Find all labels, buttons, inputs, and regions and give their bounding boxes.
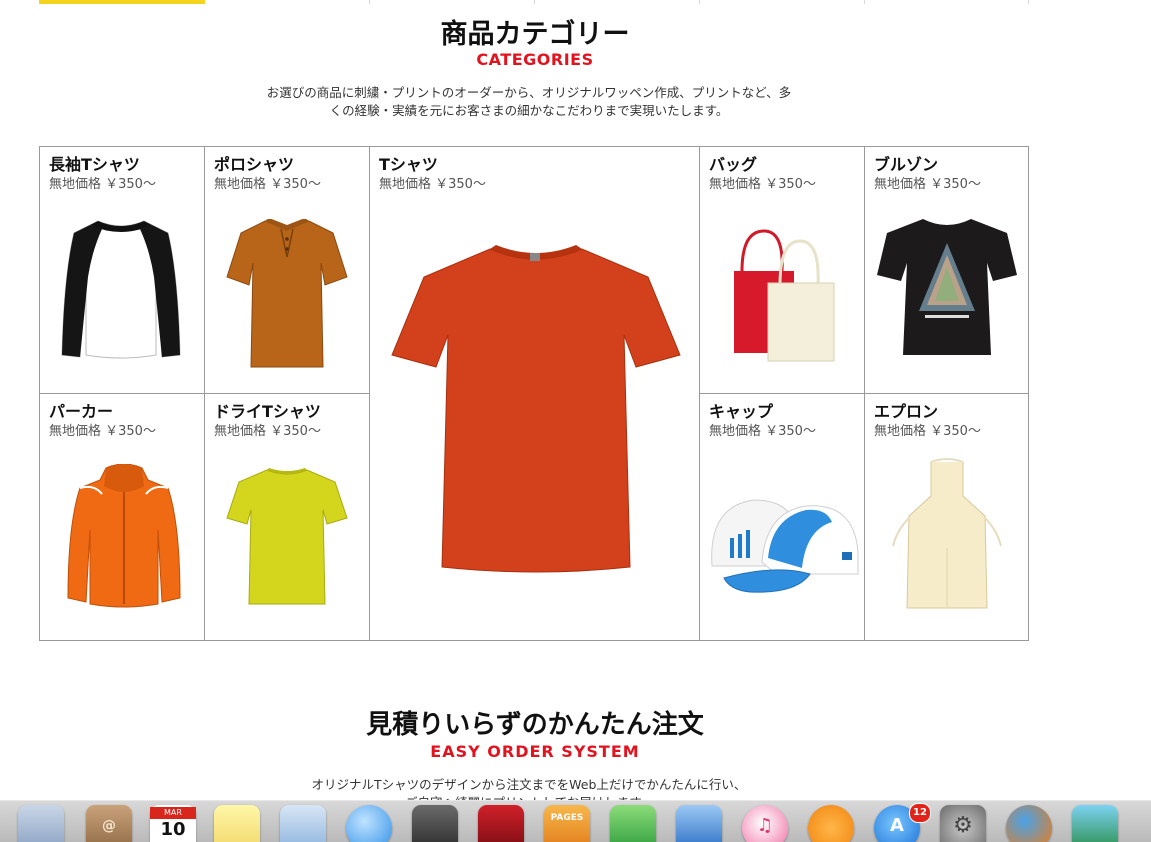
macos-dock: @ MAR 10 PAGES ♫ A 12 ⚙ xyxy=(0,800,1151,842)
category-hoodie[interactable]: パーカー 無地価格 ￥350〜 xyxy=(39,393,205,641)
category-polo-shirt[interactable]: ポロシャツ 無地価格 ￥350〜 xyxy=(204,146,370,394)
category-price: 無地価格 ￥350〜 xyxy=(709,424,816,439)
printed-black-shirt-icon xyxy=(877,219,1017,355)
category-name: Tシャツ xyxy=(379,155,438,174)
categories-description-line1: お選びの商品に刺繍・プリントのオーダーから、オリジナルワッペン作成、プリントなど… xyxy=(266,85,792,100)
mail-icon[interactable] xyxy=(18,805,64,842)
order-section-title: 見積りいらずのかんたん注文 xyxy=(366,710,704,740)
system-preferences-icon[interactable]: ⚙ xyxy=(940,805,986,842)
ibooks-icon[interactable] xyxy=(808,805,854,842)
category-price: 無地価格 ￥350〜 xyxy=(214,177,321,192)
firefox-icon[interactable] xyxy=(1006,805,1052,842)
top-tab-active[interactable] xyxy=(39,0,205,4)
calendar-icon[interactable]: MAR 10 xyxy=(150,805,196,842)
photo-booth-icon[interactable] xyxy=(478,805,524,842)
top-tab[interactable] xyxy=(865,0,1029,4)
contacts-icon[interactable]: @ xyxy=(86,805,132,842)
category-name: エプロン xyxy=(874,402,939,421)
category-price: 無地価格 ￥350〜 xyxy=(49,424,156,439)
categories-title: 商品カテゴリー xyxy=(440,19,630,50)
category-price: 無地価格 ￥350〜 xyxy=(709,177,816,192)
app-store-update-badge: 12 xyxy=(909,803,931,823)
order-description-line1: オリジナルTシャツのデザインから注文までをWeb上だけでかんたんに行い、 xyxy=(311,777,747,792)
messages-icon[interactable] xyxy=(346,805,392,842)
polo-shirt-icon xyxy=(226,219,348,368)
top-tab[interactable] xyxy=(535,0,700,4)
category-price: 無地価格 ￥350〜 xyxy=(379,177,486,192)
top-tab[interactable] xyxy=(700,0,865,4)
category-name: ブルゾン xyxy=(874,155,939,174)
category-long-sleeve-tshirt[interactable]: 長袖Tシャツ 無地価格 ￥350〜 xyxy=(39,146,205,394)
category-name: ポロシャツ xyxy=(214,155,295,174)
preview-icon[interactable] xyxy=(280,805,326,842)
category-name: バッグ xyxy=(709,155,758,174)
calendar-day: 10 xyxy=(160,819,186,840)
category-cap[interactable]: キャップ 無地価格 ￥350〜 xyxy=(699,393,865,641)
numbers-icon[interactable] xyxy=(610,805,656,842)
category-apron[interactable]: エプロン 無地価格 ￥350〜 xyxy=(864,393,1029,641)
pages-icon[interactable]: PAGES xyxy=(544,805,590,842)
keynote-icon[interactable] xyxy=(676,805,722,842)
caps-icon xyxy=(711,499,859,593)
raglan-long-sleeve-shirt-icon xyxy=(61,220,181,359)
category-name: キャップ xyxy=(709,402,774,421)
category-price: 無地価格 ￥350〜 xyxy=(214,424,321,439)
zip-hoodie-icon xyxy=(67,464,181,608)
category-blouson[interactable]: ブルゾン 無地価格 ￥350〜 xyxy=(864,146,1029,394)
dry-t-shirt-icon xyxy=(226,468,348,605)
tote-bags-icon xyxy=(734,229,835,362)
pages-label: PAGES xyxy=(550,813,584,823)
categories-description-line2: くの経験・実績を元にお客さまの細かなこだわりまで実現いたします。 xyxy=(329,103,729,118)
category-tshirt[interactable]: Tシャツ 無地価格 ￥350〜 xyxy=(369,146,700,641)
calendar-month: MAR xyxy=(150,807,196,819)
itunes-icon[interactable]: ♫ xyxy=(742,805,788,842)
category-bag[interactable]: バッグ 無地価格 ￥350〜 xyxy=(699,146,865,394)
category-price: 無地価格 ￥350〜 xyxy=(874,424,981,439)
notes-icon[interactable] xyxy=(214,805,260,842)
category-price: 無地価格 ￥350〜 xyxy=(874,177,981,192)
top-tab-strip xyxy=(39,0,1029,4)
category-name: ドライTシャツ xyxy=(214,402,321,421)
top-tab[interactable] xyxy=(370,0,535,4)
product-category-grid: 長袖Tシャツ 無地価格 ￥350〜 ポロシャツ 無地価格 ￥350〜 Tシャツ … xyxy=(39,146,1029,641)
category-price: 無地価格 ￥350〜 xyxy=(49,177,156,192)
t-shirt-icon xyxy=(391,245,681,573)
categories-subtitle: CATEGORIES xyxy=(476,50,594,69)
top-tab[interactable] xyxy=(205,0,370,4)
category-name: 長袖Tシャツ xyxy=(49,155,140,174)
categories-description: お選びの商品に刺繍・プリントのオーダーから、オリジナルワッペン作成、プリントなど… xyxy=(0,84,1058,120)
apron-icon xyxy=(892,458,1002,609)
category-name: パーカー xyxy=(49,402,114,421)
category-dry-tshirt[interactable]: ドライTシャツ 無地価格 ￥350〜 xyxy=(204,393,370,641)
iphoto-icon[interactable] xyxy=(1072,805,1118,842)
facetime-icon[interactable] xyxy=(412,805,458,842)
order-section-subtitle: EASY ORDER SYSTEM xyxy=(430,742,640,761)
